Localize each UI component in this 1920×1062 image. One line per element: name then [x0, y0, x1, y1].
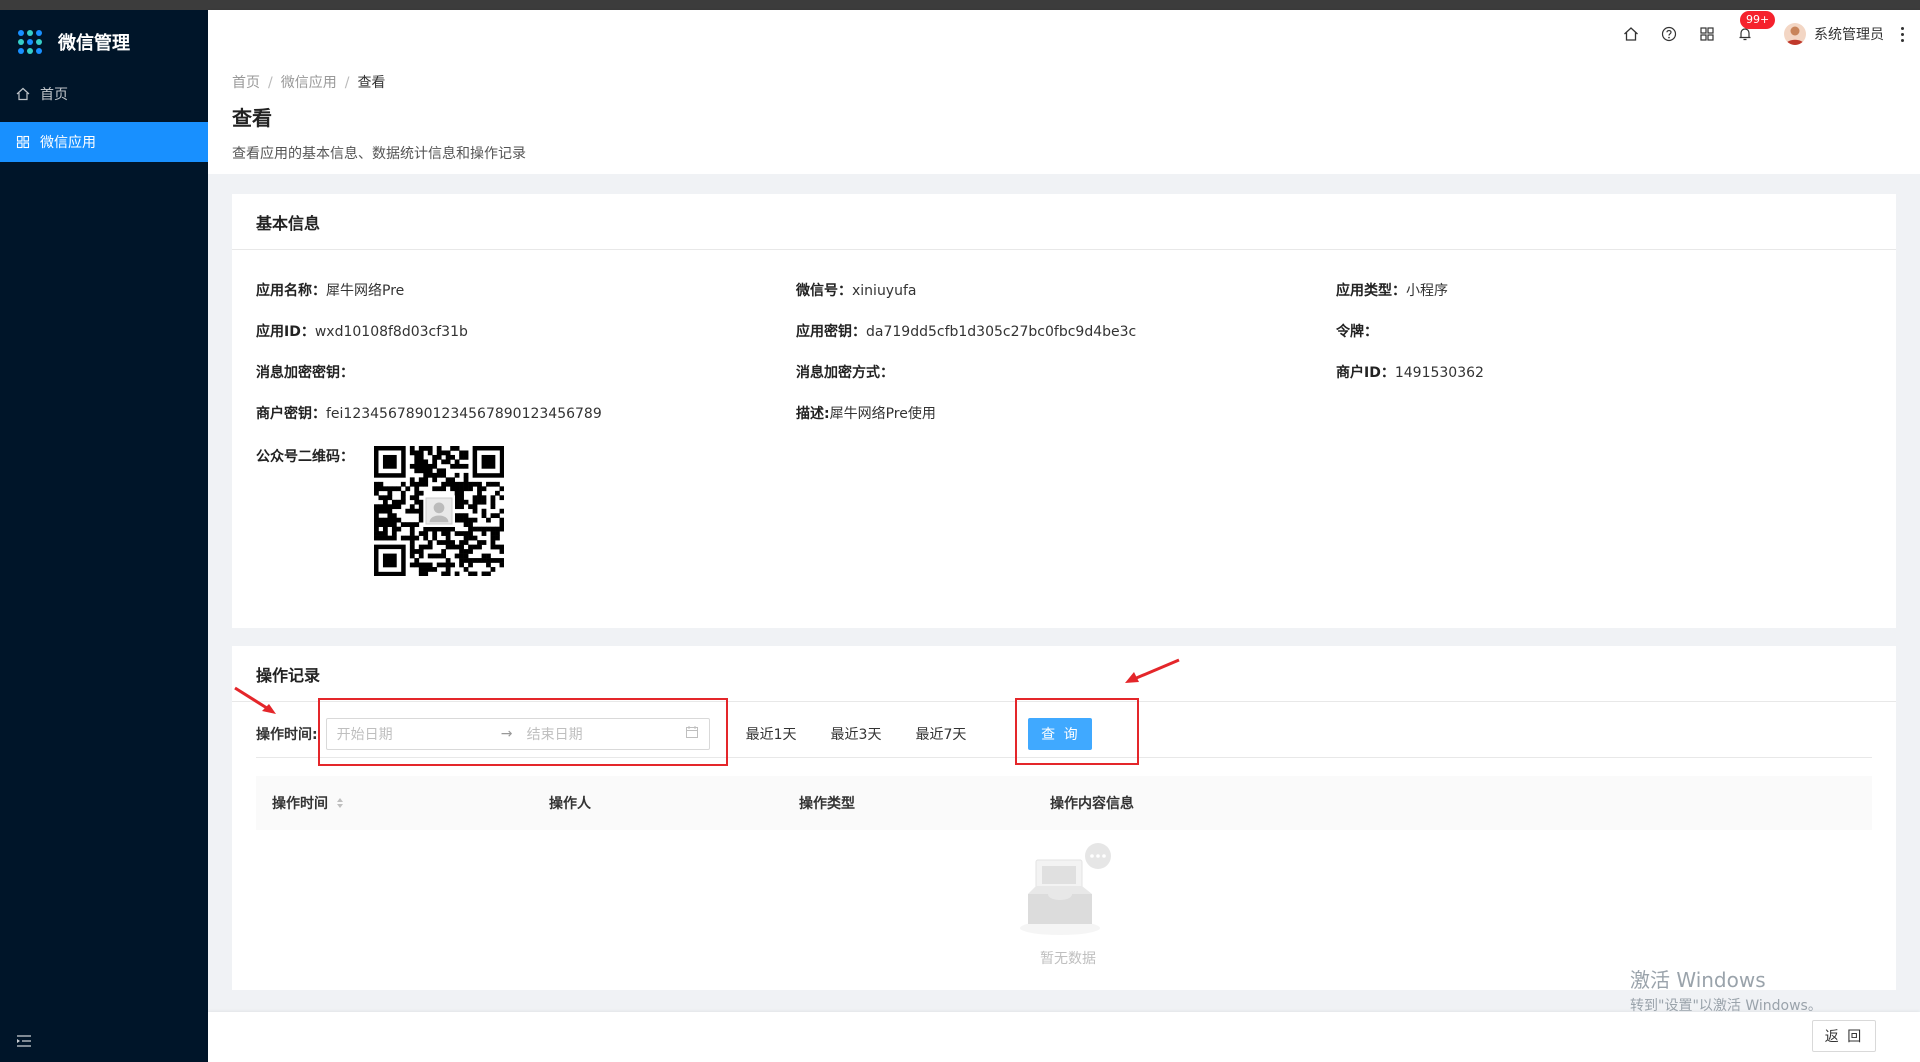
- info-row: 应用名称：犀牛网络Pre 微信号：xiniuyufa 应用类型：小程序: [256, 280, 1876, 321]
- notification-bell-icon[interactable]: 99+: [1736, 11, 1776, 43]
- qr-row: 公众号二维码：: [256, 446, 1876, 577]
- quick-range-1-day[interactable]: 最近1天: [746, 724, 797, 744]
- qr-label: 公众号二维码：: [256, 449, 354, 465]
- apps-grid-icon: [18, 30, 42, 54]
- basic-info-title: 基本信息: [232, 194, 1896, 250]
- sidebar-item-label: 微信应用: [40, 135, 96, 151]
- basic-info-grid: 应用名称：犀牛网络Pre 微信号：xiniuyufa 应用类型：小程序 应用ID…: [256, 280, 1876, 577]
- qr-code-image: [374, 446, 505, 577]
- back-button[interactable]: 返 回: [1812, 1020, 1876, 1052]
- info-merchant-id: 商户ID：1491530362: [1336, 365, 1484, 381]
- notification-badge: 99+: [1740, 11, 1776, 29]
- username[interactable]: 系统管理员: [1814, 24, 1884, 44]
- info-description: 描述:犀牛网络Pre使用: [796, 406, 936, 422]
- column-op-type: 操作类型: [799, 796, 855, 812]
- menu-fold-icon[interactable]: [16, 1034, 32, 1048]
- breadcrumb-item-current: 查看: [357, 75, 386, 91]
- info-app-type: 应用类型：小程序: [1336, 283, 1448, 299]
- annotation-box-query: [1015, 698, 1139, 765]
- column-op-time[interactable]: 操作时间: [256, 793, 533, 813]
- appstore-icon: [16, 135, 30, 149]
- sort-icon[interactable]: [336, 797, 344, 809]
- column-operator: 操作人: [549, 796, 591, 812]
- help-icon[interactable]: [1660, 25, 1678, 43]
- windows-activation-watermark: 激活 Windows 转到"设置"以激活 Windows。: [1630, 968, 1822, 1014]
- info-app-name: 应用名称：犀牛网络Pre: [256, 283, 405, 299]
- info-row: 消息加密密钥： 消息加密方式： 商户ID：1491530362: [256, 362, 1876, 403]
- page-header: 首页 / 微信应用 / 查看 查看 查看应用的基本信息、数据统计信息和操作记录: [208, 58, 1920, 174]
- info-wechat-id: 微信号：xiniuyufa: [796, 283, 917, 299]
- empty-inbox-icon: [1008, 843, 1128, 946]
- avatar[interactable]: [1784, 23, 1806, 45]
- sidebar-item-home[interactable]: 首页: [0, 74, 208, 114]
- appstore-icon[interactable]: [1698, 25, 1716, 43]
- empty-state: 暂无数据: [1008, 842, 1128, 968]
- app-title: 微信管理: [58, 33, 130, 54]
- footer-bar: 返 回: [208, 1012, 1920, 1062]
- info-encoding-key: 消息加密密钥：: [256, 365, 354, 381]
- page-description: 查看应用的基本信息、数据统计信息和操作记录: [232, 146, 526, 162]
- info-app-id: 应用ID：wxd10108f8d03cf31b: [256, 324, 468, 340]
- column-op-content: 操作内容信息: [1050, 796, 1134, 812]
- breadcrumb: 首页 / 微信应用 / 查看: [232, 75, 386, 91]
- page-title: 查看: [232, 106, 272, 130]
- info-encryption-mode: 消息加密方式：: [796, 365, 894, 381]
- table-header: 操作时间 操作人 操作类型 操作内容信息: [256, 776, 1872, 830]
- browser-top-strip: [0, 0, 1920, 10]
- quick-range-3-days[interactable]: 最近3天: [831, 724, 882, 744]
- quick-range-7-days[interactable]: 最近7天: [915, 724, 966, 744]
- home-icon: [16, 87, 30, 101]
- annotation-box-date-range: [318, 698, 728, 766]
- home-icon[interactable]: [1622, 25, 1640, 43]
- sidebar-item-wechat-apps[interactable]: 微信应用: [0, 122, 208, 162]
- operation-log-title: 操作记录: [232, 646, 1896, 702]
- info-row: 应用ID：wxd10108f8d03cf31b 应用密钥：da719dd5cfb…: [256, 321, 1876, 362]
- info-app-secret: 应用密钥：da719dd5cfb1d305c27bc0fbc9d4be3c: [796, 324, 1137, 340]
- info-merchant-key: 商户密钥：fei12345678901234567890123456789: [256, 406, 602, 422]
- sidebar-item-label: 首页: [40, 87, 68, 103]
- filter-label: 操作时间:: [256, 726, 318, 743]
- breadcrumb-item-home[interactable]: 首页: [232, 75, 260, 91]
- annotation-arrow-icon: [1125, 658, 1180, 683]
- app-logo[interactable]: 微信管理: [0, 10, 208, 74]
- info-empty: [1336, 403, 1876, 444]
- info-token: 令牌：: [1336, 324, 1378, 340]
- more-vertical-icon[interactable]: [1896, 25, 1908, 43]
- empty-text: 暂无数据: [1040, 951, 1096, 967]
- breadcrumb-item-wechat-apps[interactable]: 微信应用: [281, 75, 337, 91]
- info-row: 商户密钥：fei12345678901234567890123456789 描述…: [256, 403, 1876, 444]
- top-header: 99+ 系统管理员: [208, 10, 1920, 58]
- sidebar: 微信管理 首页 微信应用: [0, 10, 208, 1062]
- basic-info-card: 基本信息 应用名称：犀牛网络Pre 微信号：xiniuyufa 应用类型：小程序…: [232, 194, 1896, 628]
- annotation-arrow-icon: [234, 686, 276, 714]
